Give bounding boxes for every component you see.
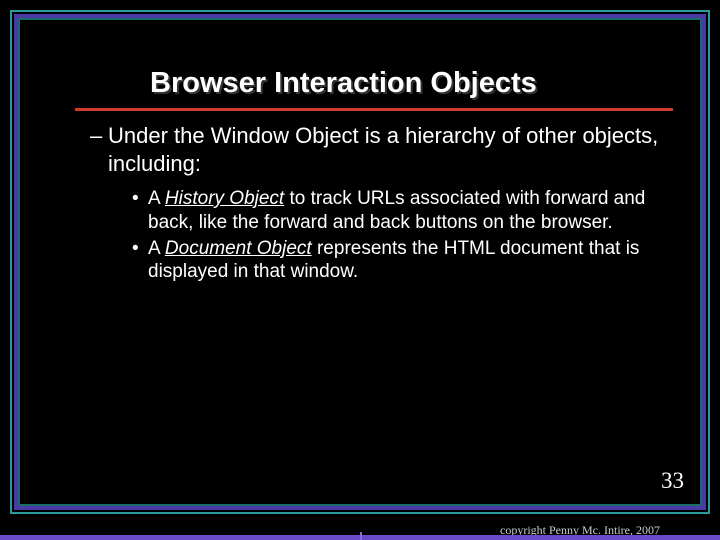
slide-title: Browser Interaction Objects — [150, 67, 537, 100]
bullet-list: A History Object to track URLs associate… — [148, 187, 668, 284]
bottom-accent-bar — [0, 535, 720, 540]
intro-text: Under the Window Object is a hierarchy o… — [108, 123, 658, 176]
slide-frame: Browser Interaction Objects – Under the … — [18, 18, 702, 506]
bullet-prefix: A — [148, 238, 165, 259]
bullet-em: History Object — [165, 188, 284, 209]
list-item: A Document Object represents the HTML do… — [148, 237, 668, 285]
dash-bullet: – — [90, 122, 102, 150]
intro-paragraph: – Under the Window Object is a hierarchy… — [108, 122, 668, 286]
bullet-em: Document Object — [165, 238, 312, 259]
page-number: 33 — [661, 468, 684, 494]
title-underline — [75, 108, 673, 111]
list-item: A History Object to track URLs associate… — [148, 187, 668, 235]
bullet-prefix: A — [148, 188, 165, 209]
